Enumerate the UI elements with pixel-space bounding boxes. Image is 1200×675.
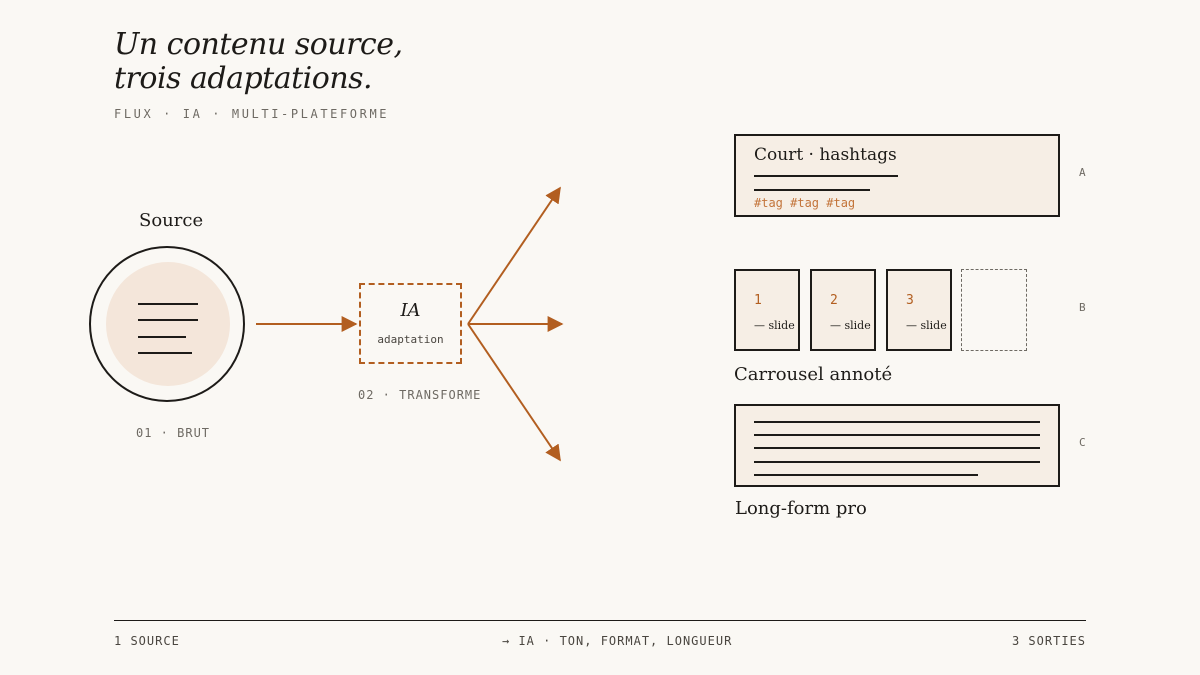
ia-subtitle: adaptation — [377, 333, 444, 346]
carousel-slide: 1 — slide — [734, 269, 800, 351]
slide-label: — slide — [906, 319, 947, 332]
output-b-letter: B — [1079, 301, 1086, 314]
footer-left: 1 SOURCE — [114, 634, 180, 648]
output-c-label: Long-form pro — [735, 498, 867, 519]
ia-box — [359, 283, 462, 364]
output-a-letter: A — [1079, 166, 1086, 179]
slide-label: — slide — [754, 319, 795, 332]
footer-divider — [114, 620, 1086, 621]
slide-label: — slide — [830, 319, 871, 332]
ia-caption: 02 · TRANSFORME — [358, 388, 482, 402]
output-a-title: Court · hashtags — [754, 145, 897, 165]
output-b-label: Carrousel annoté — [734, 364, 893, 385]
footer-center: → IA · TON, FORMAT, LONGUEUR — [502, 634, 733, 648]
arrow-ia-to-a — [467, 186, 561, 325]
carousel-slide: 2 — slide — [810, 269, 876, 351]
output-c-letter: C — [1079, 436, 1086, 449]
carousel-slide: 3 — slide — [886, 269, 952, 351]
ia-title: IA — [400, 300, 421, 321]
slide-number: 3 — [906, 293, 914, 308]
output-c-card — [734, 404, 1060, 487]
slide-number: 1 — [754, 293, 762, 308]
source-caption: 01 · BRUT — [136, 426, 211, 440]
carousel-slide-placeholder — [961, 269, 1027, 351]
source-label: Source — [139, 210, 204, 231]
arrow-ia-to-c — [467, 323, 561, 462]
source-document-icon — [106, 262, 230, 386]
output-a-tags: #tag #tag #tag — [754, 196, 856, 210]
slide-number: 2 — [830, 293, 838, 308]
footer-right: 3 SORTIES — [1011, 634, 1086, 648]
